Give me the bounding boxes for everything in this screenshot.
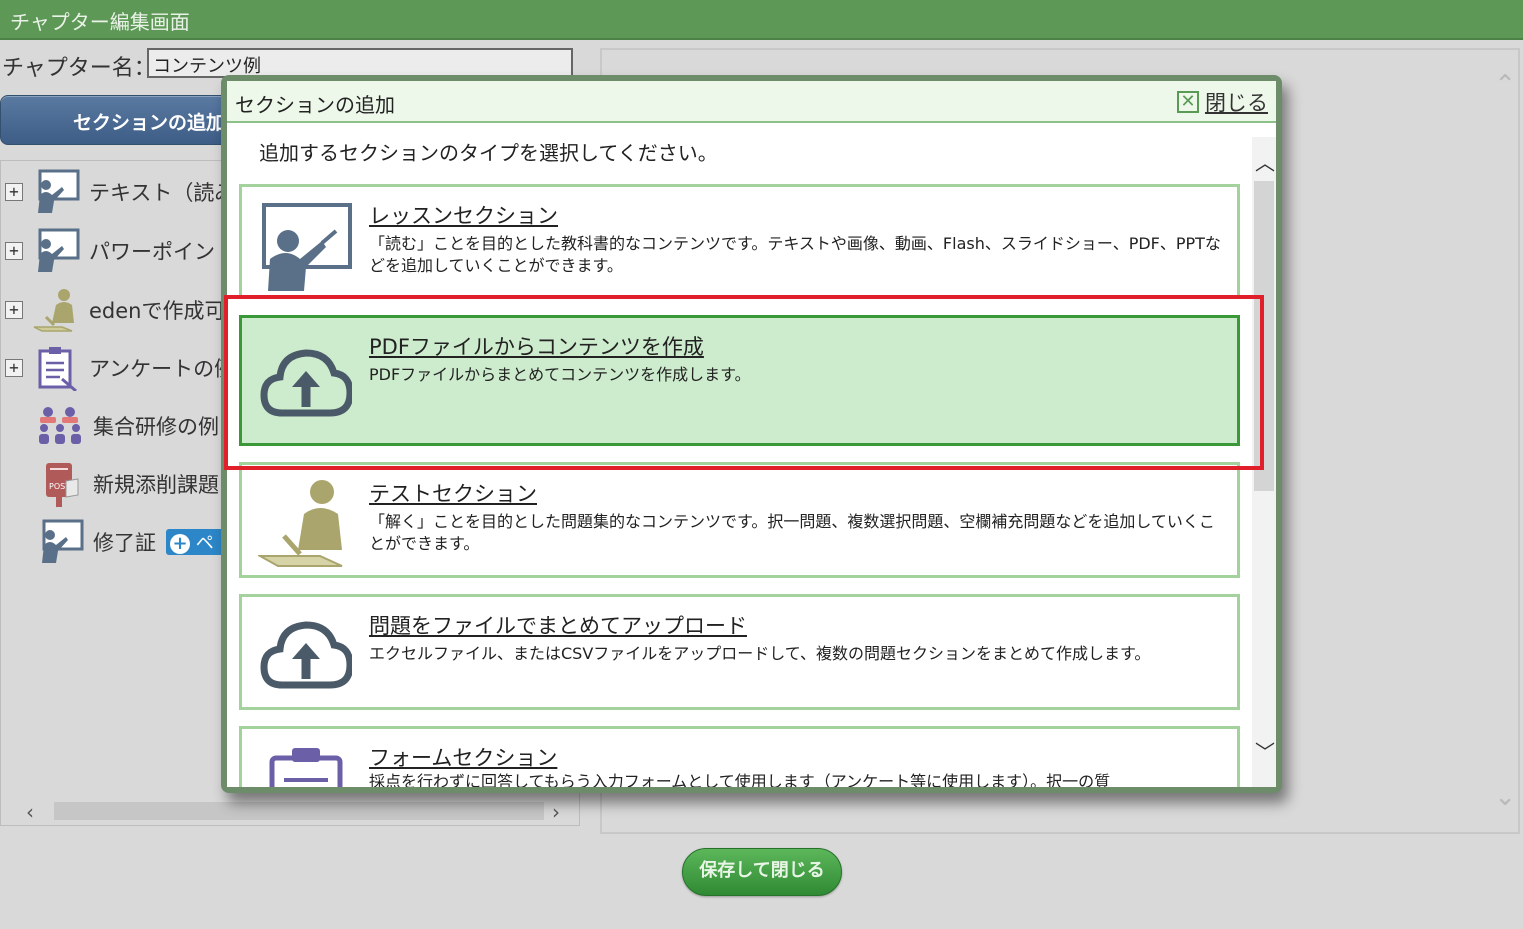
window-title: チャプター編集画面 bbox=[10, 10, 190, 34]
tree-item-label: パワーポイント bbox=[89, 240, 236, 264]
section-type-card-form[interactable]: フォームセクション 採点を行わずに回答してもらう入力フォームとして使用します（ア… bbox=[239, 726, 1240, 787]
dialog-instruction: 追加するセクションのタイプを選択してください。 bbox=[259, 141, 718, 165]
expand-icon[interactable]: + bbox=[5, 183, 23, 201]
tree-item[interactable]: + パワーポイント bbox=[5, 226, 236, 276]
card-description: 採点を行わずに回答してもらう入力フォームとして使用します（アンケート等に使用しま… bbox=[369, 772, 1111, 787]
chevron-down-icon[interactable]: ﹀ bbox=[1255, 736, 1275, 765]
close-label[interactable]: 閉じる bbox=[1205, 87, 1268, 117]
tree-item[interactable]: POST 新規添削課題 bbox=[35, 459, 219, 509]
chip-label: ペ bbox=[195, 533, 214, 554]
card-title[interactable]: 問題をファイルでまとめてアップロード bbox=[369, 610, 747, 640]
survey-clipboard-icon bbox=[31, 344, 81, 392]
card-title[interactable]: テストセクション bbox=[369, 478, 537, 508]
tree-item[interactable]: + edenで作成可能 bbox=[5, 285, 246, 335]
expand-icon[interactable]: + bbox=[5, 242, 23, 260]
tree-item[interactable]: + テキスト（読み bbox=[5, 167, 235, 217]
lecture-icon bbox=[35, 518, 85, 566]
section-type-card-lesson[interactable]: レッスンセクション 「読む」ことを目的とした教科書的なコンテンツです。テキストや… bbox=[239, 184, 1240, 299]
lesson-board-icon bbox=[256, 197, 356, 297]
section-type-card-test[interactable]: テストセクション 「解く」ことを目的とした問題集的なコンテンツです。択一問題、複… bbox=[239, 462, 1240, 578]
dialog-header: セクションの追加 ✕ 閉じる bbox=[227, 81, 1276, 123]
save-and-close-button[interactable]: 保存して閉じる bbox=[682, 848, 842, 896]
cloud-upload-icon bbox=[256, 605, 356, 705]
tree-item[interactable]: 修了証 + ペ bbox=[35, 517, 226, 567]
scrollbar-thumb[interactable] bbox=[54, 802, 544, 820]
card-description: エクセルファイル、またはCSVファイルをアップロードして、複数の問題セクションを… bbox=[369, 644, 1151, 663]
tree-item[interactable]: + アンケートの例 bbox=[5, 343, 235, 393]
card-description: 「読む」ことを目的とした教科書的なコンテンツです。テキストや画像、動画、Flas… bbox=[369, 234, 1221, 275]
lecture-icon bbox=[31, 168, 81, 216]
plus-circle-icon: + bbox=[170, 534, 190, 554]
tree-item-label: 集合研修の例 bbox=[93, 415, 219, 439]
tree-item[interactable]: 集合研修の例 bbox=[35, 401, 219, 451]
scroll-left-icon[interactable]: ‹ bbox=[26, 800, 34, 824]
post-box-icon: POST bbox=[35, 460, 85, 508]
card-title[interactable]: レッスンセクション bbox=[369, 200, 558, 230]
chevron-down-icon[interactable]: ⌄ bbox=[1494, 782, 1516, 812]
tree-item-label: テキスト（読み bbox=[89, 181, 236, 205]
test-writing-icon bbox=[31, 286, 81, 334]
selection-highlight bbox=[224, 295, 1264, 470]
group-training-icon bbox=[35, 402, 85, 450]
section-type-card-bulk-upload[interactable]: 問題をファイルでまとめてアップロード エクセルファイル、またはCSVファイルをア… bbox=[239, 594, 1240, 710]
chevron-up-icon[interactable]: ⌃ bbox=[1494, 70, 1516, 100]
expand-icon[interactable]: + bbox=[5, 301, 23, 319]
scroll-right-icon[interactable]: › bbox=[552, 800, 560, 824]
window-titlebar: チャプター編集画面 bbox=[0, 0, 1523, 40]
tree-item-label: 修了証 bbox=[93, 531, 156, 555]
dialog-title: セクションの追加 bbox=[235, 93, 395, 117]
tree-item-label: 新規添削課題 bbox=[93, 473, 219, 497]
chapter-name-label: チャプター名： bbox=[2, 56, 156, 81]
lecture-icon bbox=[31, 227, 81, 275]
add-page-chip[interactable]: + ペ bbox=[166, 529, 226, 555]
close-button[interactable]: ✕ 閉じる bbox=[1177, 87, 1268, 117]
test-writing-icon bbox=[256, 473, 356, 573]
card-description: 「解く」ことを目的とした問題集的なコンテンツです。択一問題、複数選択問題、空欄補… bbox=[369, 512, 1215, 553]
expand-icon[interactable]: + bbox=[5, 359, 23, 377]
tree-item-label: アンケートの例 bbox=[89, 357, 236, 381]
tree-horizontal-scrollbar[interactable]: ‹ › bbox=[4, 800, 576, 824]
add-section-button[interactable]: セクションの追加 bbox=[0, 95, 240, 145]
card-title[interactable]: フォームセクション bbox=[369, 742, 557, 772]
close-icon[interactable]: ✕ bbox=[1177, 91, 1199, 113]
form-clipboard-icon bbox=[256, 739, 356, 787]
chapter-name-input[interactable]: コンテンツ例 bbox=[147, 48, 573, 78]
chevron-up-icon[interactable]: ︿ bbox=[1255, 147, 1275, 176]
